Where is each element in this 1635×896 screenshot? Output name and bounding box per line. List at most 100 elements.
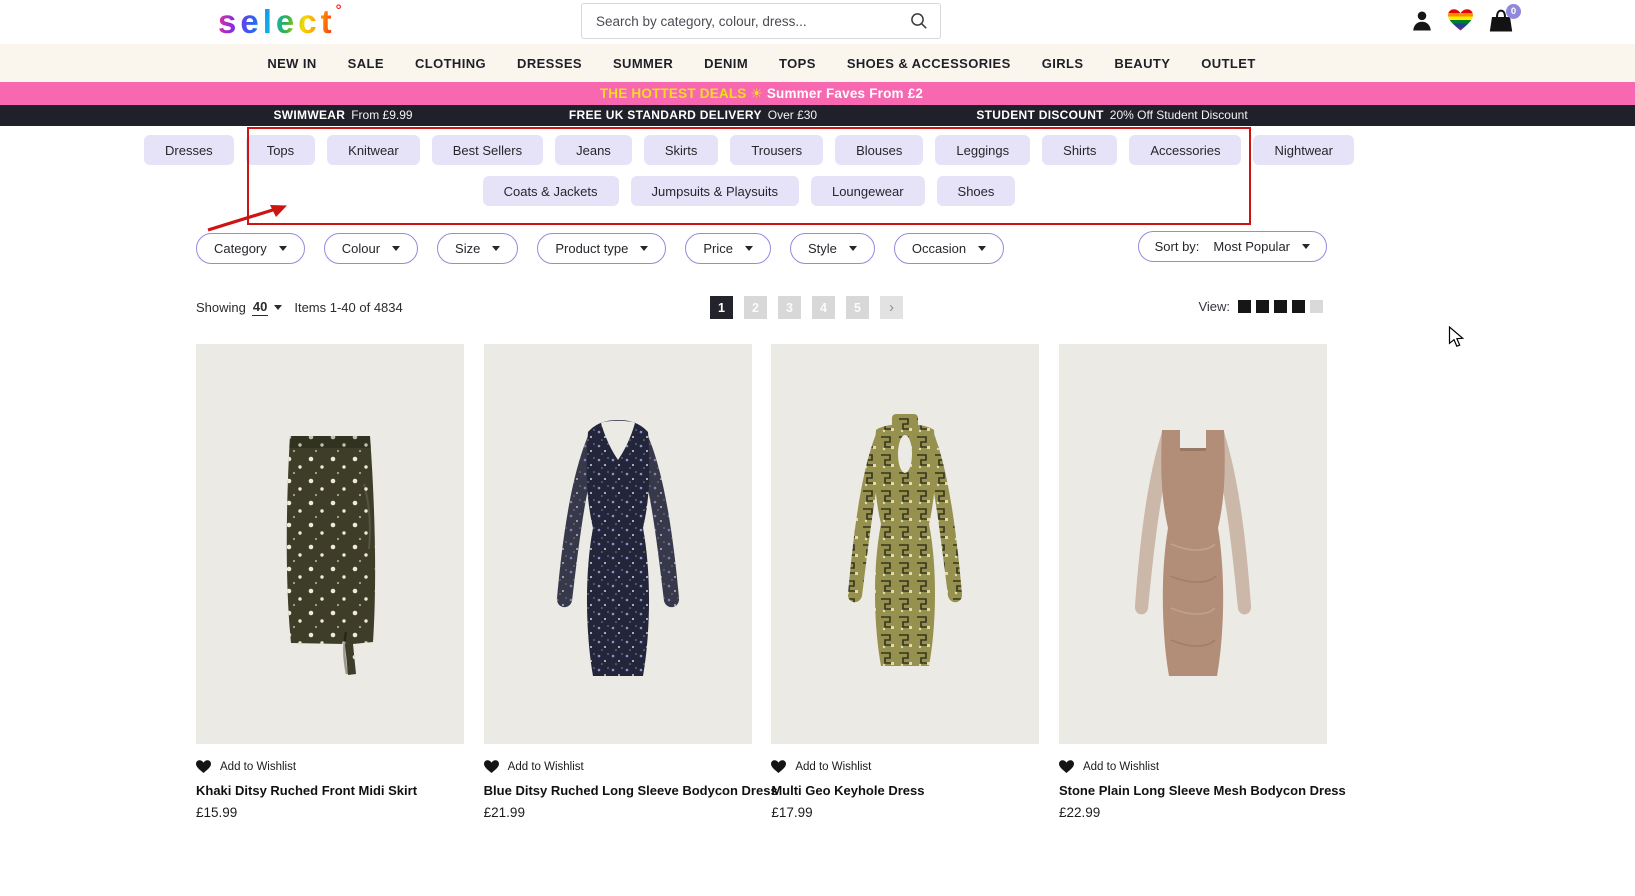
- sort-by-value: Most Popular: [1213, 239, 1290, 254]
- nav-item-denim[interactable]: DENIM: [704, 56, 748, 71]
- quick-category-jeans[interactable]: Jeans: [555, 135, 632, 165]
- heart-icon: [771, 760, 787, 773]
- product-name[interactable]: Blue Ditsy Ruched Long Sleeve Bodycon Dr…: [484, 783, 778, 798]
- chevron-down-icon: [278, 246, 287, 251]
- product-price: £22.99: [1058, 805, 1101, 820]
- sun-icon: ☀: [750, 85, 763, 101]
- view-label: View:: [1198, 299, 1230, 314]
- product-name[interactable]: Stone Plain Long Sleeve Mesh Bodycon Dre…: [1059, 783, 1346, 798]
- quick-category-jumpsuits-playsuits[interactable]: Jumpsuits & Playsuits: [630, 176, 799, 206]
- sort-by-label: Sort by:: [1154, 239, 1200, 254]
- showing-group: Showing 40 Items 1-40 of 4834: [196, 299, 403, 316]
- nav-item-new-in[interactable]: NEW IN: [267, 56, 316, 71]
- filter-style[interactable]: Style: [789, 233, 875, 264]
- page-size-caret-icon[interactable]: [274, 305, 283, 310]
- filter-occasion[interactable]: Occasion: [893, 233, 1005, 264]
- info-item-student-discount: STUDENT DISCOUNT 20% Off Student Discount: [976, 108, 1248, 122]
- product-photo-khaki-ditsy-ruched-front-midi-skirt: [286, 436, 376, 675]
- quick-category-accessories[interactable]: Accessories: [1129, 135, 1242, 165]
- page-button-4[interactable]: 4: [812, 296, 835, 319]
- product-image[interactable]: [771, 344, 1040, 744]
- quick-category-skirts[interactable]: Skirts: [643, 135, 719, 165]
- chevron-down-icon: [640, 246, 649, 251]
- product-price: £15.99: [196, 805, 238, 820]
- promo-banner[interactable]: THE HOTTEST DEALS ☀ Summer Faves From £2: [0, 82, 1635, 105]
- nav-item-sale[interactable]: SALE: [348, 56, 384, 71]
- quick-category-row-1: Dresses Tops Knitwear Best Sellers Jeans Skir…: [144, 135, 1354, 165]
- chevron-down-icon: [744, 246, 753, 251]
- quick-category-blouses[interactable]: Blouses: [835, 135, 924, 165]
- nav-item-girls[interactable]: GIRLS: [1042, 56, 1084, 71]
- product-card-blue-ditsy-ruched-long-sleeve-bodycon-dress: Add to Wishlist Blue Ditsy Ruched Long Sl…: [483, 344, 778, 820]
- quick-category-nightwear[interactable]: Nightwear: [1253, 135, 1354, 165]
- site-logo[interactable]: select°: [218, 2, 342, 41]
- page-button-3[interactable]: 3: [778, 296, 801, 319]
- product-image[interactable]: [483, 344, 752, 744]
- page-size-dropdown[interactable]: 40: [251, 299, 269, 316]
- quick-category-coats-jackets[interactable]: Coats & Jackets: [482, 176, 619, 206]
- showing-label: Showing: [196, 300, 246, 315]
- logo-mark: °: [335, 2, 342, 19]
- quick-category-trousers[interactable]: Trousers: [730, 135, 824, 165]
- filter-product-type[interactable]: Product type: [537, 233, 667, 264]
- search-icon[interactable]: [910, 12, 928, 30]
- add-to-wishlist-button[interactable]: Add to Wishlist: [483, 760, 752, 774]
- quick-category-loungewear[interactable]: Loungewear: [810, 176, 925, 206]
- view-option-5-icon[interactable]: [1310, 300, 1323, 313]
- items-count-text: Items 1-40 of 4834: [294, 300, 403, 315]
- quick-category-shirts[interactable]: Shirts: [1042, 135, 1118, 165]
- heart-icon: [483, 760, 499, 773]
- wishlist-label: Add to Wishlist: [1082, 761, 1160, 773]
- filter-category[interactable]: Category: [196, 233, 305, 264]
- main-nav: NEW IN SALE CLOTHING DRESSES SUMMER DENIM TOPS…: [0, 56, 1523, 71]
- view-option-1-icon[interactable]: [1238, 300, 1251, 313]
- product-name[interactable]: Multi Geo Keyhole Dress: [771, 783, 1039, 798]
- rainbow-heart-icon[interactable]: [1448, 9, 1473, 37]
- wishlist-label: Add to Wishlist: [795, 761, 872, 773]
- info-item-swimwear: SWIMWEAR From £9.99: [273, 108, 413, 122]
- search-bar: [581, 3, 941, 39]
- product-image[interactable]: [1058, 344, 1327, 744]
- add-to-wishlist-button[interactable]: Add to Wishlist: [196, 760, 464, 774]
- page-button-5[interactable]: 5: [846, 296, 869, 319]
- search-input[interactable]: [582, 13, 910, 29]
- wishlist-label: Add to Wishlist: [507, 761, 584, 773]
- nav-item-shoes-accessories[interactable]: SHOES & ACCESSORIES: [847, 56, 1011, 71]
- main-nav-bar: NEW IN SALE CLOTHING DRESSES SUMMER DENIM TOPS…: [0, 44, 1635, 82]
- quick-category-knitwear[interactable]: Knitwear: [327, 135, 420, 165]
- quick-category-best-sellers[interactable]: Best Sellers: [431, 135, 544, 165]
- sort-by-dropdown[interactable]: Sort by: Most Popular: [1137, 231, 1327, 262]
- view-option-4-icon[interactable]: [1292, 300, 1305, 313]
- nav-item-summer[interactable]: SUMMER: [613, 56, 673, 71]
- product-photo-stone-plain-long-sleeve-mesh-bodycon-dress: [1134, 430, 1252, 676]
- view-selector: View:: [1198, 299, 1323, 314]
- filter-price[interactable]: Price: [685, 233, 771, 264]
- next-page-button[interactable]: ›: [880, 296, 903, 319]
- filter-colour[interactable]: Colour: [323, 233, 419, 264]
- quick-category-leggings[interactable]: Leggings: [935, 135, 1031, 165]
- quick-category-section: Dresses Tops Knitwear Best Sellers Jeans Skir…: [144, 126, 1354, 225]
- quick-category-shoes[interactable]: Shoes: [936, 176, 1016, 206]
- nav-item-clothing[interactable]: CLOTHING: [415, 56, 486, 71]
- nav-item-outlet[interactable]: OUTLET: [1201, 56, 1255, 71]
- page-button-1[interactable]: 1: [710, 296, 733, 319]
- wishlist-label: Add to Wishlist: [220, 761, 297, 773]
- nav-item-dresses[interactable]: DRESSES: [517, 56, 582, 71]
- quick-category-tops[interactable]: Tops: [245, 135, 316, 165]
- nav-item-tops[interactable]: TOPS: [779, 56, 816, 71]
- product-name[interactable]: Khaki Ditsy Ruched Front Midi Skirt: [196, 783, 464, 798]
- filter-size[interactable]: Size: [437, 233, 519, 264]
- product-image[interactable]: [196, 344, 464, 744]
- account-icon[interactable]: [1410, 9, 1434, 38]
- chevron-down-icon: [978, 246, 987, 251]
- nav-item-beauty[interactable]: BEAUTY: [1114, 56, 1170, 71]
- view-option-3-icon[interactable]: [1274, 300, 1287, 313]
- quick-category-dresses[interactable]: Dresses: [144, 135, 234, 165]
- add-to-wishlist-button[interactable]: Add to Wishlist: [1058, 760, 1327, 774]
- page-button-2[interactable]: 2: [744, 296, 767, 319]
- add-to-wishlist-button[interactable]: Add to Wishlist: [771, 760, 1039, 774]
- product-price: £21.99: [483, 805, 525, 820]
- view-option-2-icon[interactable]: [1256, 300, 1269, 313]
- product-grid: Add to Wishlist Khaki Ditsy Ruched Front …: [196, 344, 1346, 820]
- cart-icon[interactable]: 0: [1488, 4, 1521, 38]
